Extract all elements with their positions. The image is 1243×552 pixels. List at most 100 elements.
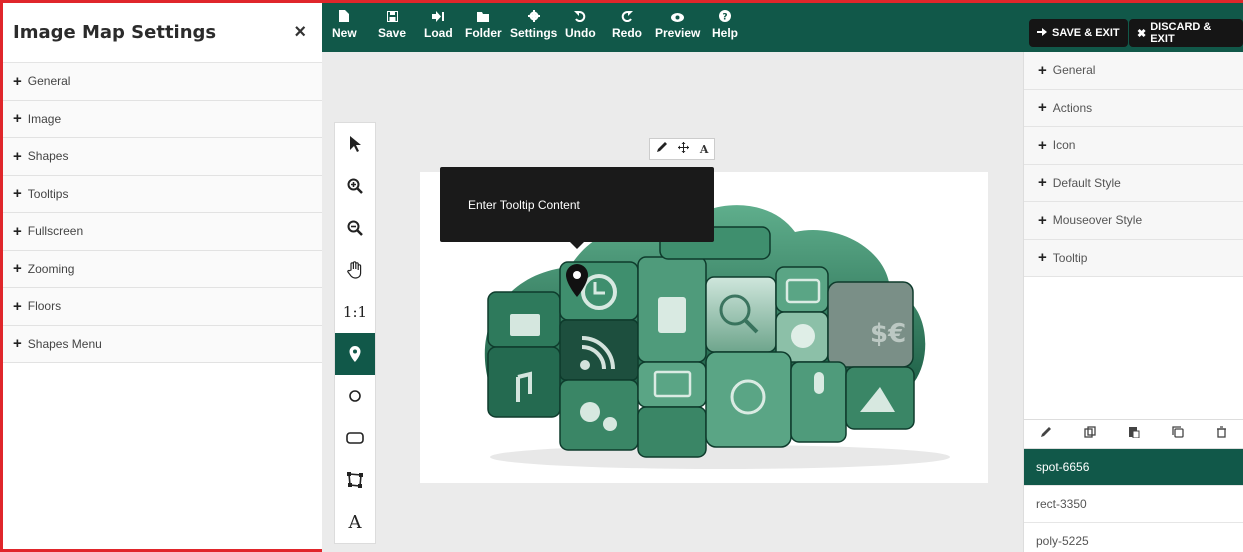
settings-accordion: + General + Image + Shapes + Tooltips + Fulls… xyxy=(3,63,322,363)
plus-icon: + xyxy=(1038,249,1047,267)
undo-icon xyxy=(565,10,596,26)
new-button[interactable]: New xyxy=(332,10,357,40)
layer-label: rect-3350 xyxy=(1036,497,1087,511)
settings-item-label: Image xyxy=(27,111,62,126)
settings-item-label: Tooltips xyxy=(27,186,69,201)
copy-icon[interactable] xyxy=(1172,425,1184,443)
plus-icon: + xyxy=(1038,136,1047,154)
circle-icon xyxy=(349,390,361,402)
shape-settings-label: Icon xyxy=(1052,138,1076,153)
new-label: New xyxy=(332,26,357,40)
layer-toolbar xyxy=(1024,419,1243,449)
settings-item-shapes-menu[interactable]: + Shapes Menu xyxy=(3,325,322,363)
plus-icon: + xyxy=(13,147,22,165)
load-label: Load xyxy=(424,26,453,40)
plus-icon: + xyxy=(13,222,22,240)
spot-tooltip[interactable]: Enter Tooltip Content xyxy=(440,167,714,249)
close-icon[interactable]: × xyxy=(294,21,306,44)
text-tool[interactable]: A xyxy=(335,501,375,543)
arrow-right-icon xyxy=(1037,27,1047,40)
help-label: Help xyxy=(712,26,739,40)
settings-item-label: Shapes xyxy=(27,149,69,164)
shape-settings-icon[interactable]: + Icon xyxy=(1024,127,1243,165)
undo-label: Undo xyxy=(565,26,596,40)
marker-icon xyxy=(349,346,361,362)
reset-zoom-tool[interactable]: 1:1 xyxy=(335,291,375,333)
plus-icon: + xyxy=(1038,99,1047,117)
layer-item[interactable]: poly-5225 xyxy=(1024,523,1243,552)
move-icon[interactable] xyxy=(677,142,689,156)
settings-item-label: Fullscreen xyxy=(27,224,84,239)
discard-exit-button[interactable]: ✖ DISCARD & EXIT xyxy=(1129,19,1243,47)
preview-button[interactable]: Preview xyxy=(655,10,700,40)
plus-icon: + xyxy=(13,297,22,315)
cursor-icon xyxy=(350,136,361,152)
layer-item[interactable]: rect-3350 xyxy=(1024,486,1243,523)
settings-item-general[interactable]: + General xyxy=(3,63,322,101)
text-tool-label: A xyxy=(348,511,362,533)
save-button[interactable]: Save xyxy=(378,10,406,40)
save-exit-button[interactable]: SAVE & EXIT xyxy=(1029,19,1128,47)
plus-icon: + xyxy=(13,335,22,353)
pencil-icon[interactable] xyxy=(1040,425,1052,443)
zoom-in-tool[interactable] xyxy=(335,165,375,207)
help-button[interactable]: ? Help xyxy=(712,10,738,40)
save-exit-label: SAVE & EXIT xyxy=(1052,27,1120,39)
settings-item-floors[interactable]: + Floors xyxy=(3,288,322,326)
zoom-in-icon xyxy=(347,178,363,194)
brush-icon[interactable] xyxy=(656,142,667,156)
tooltip-content[interactable]: Enter Tooltip Content xyxy=(468,198,580,212)
shape-settings-actions[interactable]: + Actions xyxy=(1024,89,1243,127)
pan-tool[interactable] xyxy=(335,249,375,291)
shape-settings-label: Tooltip xyxy=(1052,250,1088,265)
shape-settings-label: Default Style xyxy=(1052,175,1121,190)
poly-tool[interactable] xyxy=(335,459,375,501)
save-icon xyxy=(378,10,406,26)
load-button[interactable]: Load xyxy=(424,10,453,40)
shape-settings-mouseover-style[interactable]: + Mouseover Style xyxy=(1024,202,1243,240)
eye-icon xyxy=(655,10,700,26)
zoom-out-tool[interactable] xyxy=(335,207,375,249)
settings-item-label: General xyxy=(27,74,71,89)
plus-icon: + xyxy=(13,260,22,278)
redo-button[interactable]: Redo xyxy=(612,10,642,40)
shape-settings-panel: + General + Actions + Icon + Default Style +… xyxy=(1023,52,1243,552)
redo-label: Redo xyxy=(612,26,642,40)
redo-icon xyxy=(612,10,642,26)
trash-icon[interactable] xyxy=(1216,425,1227,443)
settings-item-zooming[interactable]: + Zooming xyxy=(3,250,322,288)
save-label: Save xyxy=(378,26,407,40)
settings-button[interactable]: Settings xyxy=(510,10,557,40)
paste-icon[interactable] xyxy=(1128,425,1140,443)
layer-item[interactable]: spot-6656 xyxy=(1024,449,1243,486)
plus-icon: + xyxy=(13,110,22,128)
settings-item-shapes[interactable]: + Shapes xyxy=(3,138,322,176)
folder-button[interactable]: Folder xyxy=(465,10,502,40)
plus-icon: + xyxy=(1038,211,1047,229)
settings-item-label: Floors xyxy=(27,299,62,314)
settings-item-label: Shapes Menu xyxy=(27,336,102,351)
settings-item-tooltips[interactable]: + Tooltips xyxy=(3,175,322,213)
settings-item-fullscreen[interactable]: + Fullscreen xyxy=(3,213,322,251)
shape-settings-default-style[interactable]: + Default Style xyxy=(1024,164,1243,202)
undo-button[interactable]: Undo xyxy=(565,10,596,40)
file-icon xyxy=(332,10,357,26)
folder-label: Folder xyxy=(465,26,502,40)
plus-icon: + xyxy=(1038,61,1047,79)
settings-empty-area xyxy=(1024,277,1243,419)
shape-settings-general[interactable]: + General xyxy=(1024,52,1243,90)
rect-tool[interactable] xyxy=(335,417,375,459)
text-icon[interactable]: A xyxy=(700,143,709,156)
shape-settings-label: Actions xyxy=(1052,100,1093,115)
shape-settings-tooltip[interactable]: + Tooltip xyxy=(1024,239,1243,277)
settings-item-label: Zooming xyxy=(27,261,75,276)
spot-tool[interactable] xyxy=(335,333,375,375)
settings-item-image[interactable]: + Image xyxy=(3,100,322,138)
select-tool[interactable] xyxy=(335,123,375,165)
duplicate-icon[interactable] xyxy=(1084,425,1096,443)
svg-text:$€: $€ xyxy=(870,319,906,349)
settings-label: Settings xyxy=(510,26,558,40)
circle-tool[interactable] xyxy=(335,375,375,417)
shape-mini-toolbar: A xyxy=(649,138,715,160)
reset-zoom-label: 1:1 xyxy=(342,303,368,321)
